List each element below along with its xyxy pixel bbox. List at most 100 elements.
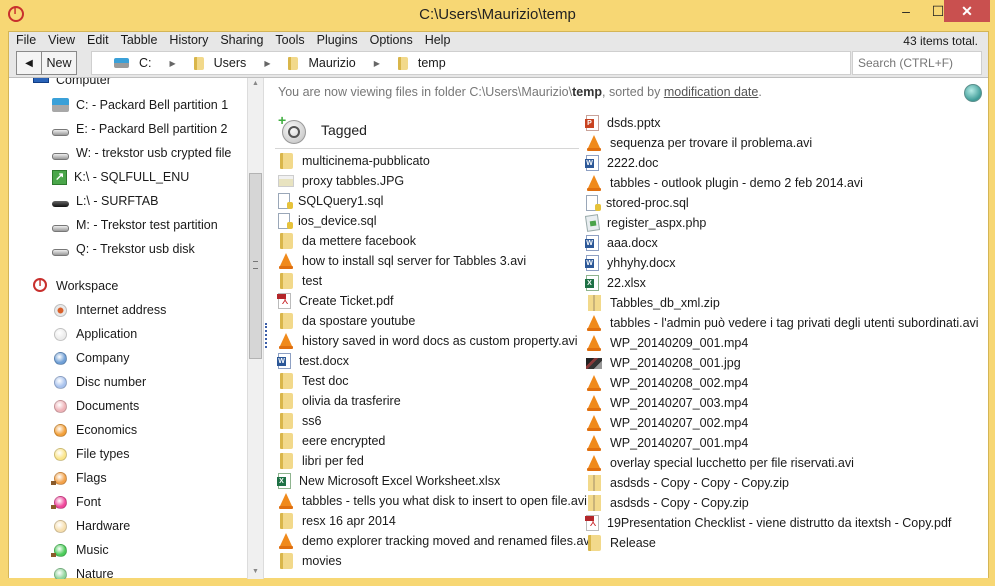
tree-item-tag[interactable]: Flags <box>51 468 107 488</box>
file-item[interactable]: ios_device.sql <box>278 211 377 231</box>
search-input[interactable] <box>852 51 982 75</box>
new-button[interactable]: New <box>42 52 76 74</box>
file-item[interactable]: proxy tabbles.JPG <box>278 171 404 191</box>
file-item[interactable]: WP_20140207_001.mp4 <box>586 433 748 453</box>
breadcrumb-separator-icon[interactable]: ▶ <box>374 59 380 68</box>
file-item[interactable]: libri per fed <box>278 451 364 471</box>
file-item[interactable]: Release <box>586 533 656 553</box>
word-file-icon <box>585 255 599 271</box>
tree-item-drive[interactable]: C: - Packard Bell partition 1 <box>52 95 228 115</box>
tree-label: Music <box>76 543 109 557</box>
tree-item-drive[interactable]: M: - Trekstor test partition <box>52 215 218 235</box>
tagged-header[interactable]: + Tagged <box>275 111 579 149</box>
tree-item-tag[interactable]: Disc number <box>52 372 146 392</box>
file-item[interactable]: aaa.docx <box>585 233 658 253</box>
tree-item-drive[interactable]: W: - trekstor usb crypted file <box>52 143 231 163</box>
menu-tools[interactable]: Tools <box>269 32 310 49</box>
file-item[interactable]: WP_20140208_002.mp4 <box>586 373 748 393</box>
tree-item-tag[interactable]: Economics <box>52 420 137 440</box>
file-item[interactable]: New Microsoft Excel Worksheet.xlsx <box>277 471 500 491</box>
menu-options[interactable]: Options <box>364 32 419 49</box>
breadcrumb-separator-icon[interactable]: ▶ <box>170 59 176 68</box>
file-name: Create Ticket.pdf <box>299 294 394 308</box>
file-item[interactable]: how to install sql server for Tabbles 3.… <box>278 251 526 271</box>
tree-item-tag[interactable]: File types <box>52 444 130 464</box>
file-item[interactable]: WP_20140209_001.mp4 <box>586 333 748 353</box>
file-item[interactable]: da spostare youtube <box>278 311 415 331</box>
tree-item-drive[interactable]: L:\ - SURFTAB <box>52 191 158 211</box>
file-item[interactable]: history saved in word docs as custom pro… <box>278 331 578 351</box>
menu-sharing[interactable]: Sharing <box>214 32 269 49</box>
scroll-down-icon[interactable]: ▼ <box>248 568 263 575</box>
tree-item-computer[interactable]: Computer <box>33 78 111 90</box>
tree-item-tag[interactable]: Company <box>52 348 130 368</box>
file-item[interactable]: register_aspx.php <box>584 213 706 233</box>
file-item[interactable]: olivia da trasferire <box>278 391 401 411</box>
sort-link[interactable]: modification date <box>664 85 759 99</box>
file-item[interactable]: WP_20140207_003.mp4 <box>586 393 748 413</box>
file-item[interactable]: movies <box>278 551 342 571</box>
file-item[interactable]: overlay special lucchetto per file riser… <box>586 453 854 473</box>
file-item[interactable]: demo explorer tracking moved and renamed… <box>278 531 592 551</box>
workspace-logo-icon <box>33 278 49 294</box>
menu-view[interactable]: View <box>42 32 81 49</box>
file-item[interactable]: 2222.doc <box>585 153 658 173</box>
menu-help[interactable]: Help <box>419 32 457 49</box>
scrollbar-thumb[interactable] <box>249 173 262 359</box>
sidebar-scrollbar[interactable]: ▲ ▼ <box>247 78 264 579</box>
file-item[interactable]: dsds.pptx <box>585 113 661 133</box>
file-item[interactable]: tabbles - outlook plugin - demo 2 feb 20… <box>586 173 863 193</box>
tree-item-drive[interactable]: K:\ - SQLFULL_ENU <box>52 167 189 187</box>
menu-edit[interactable]: Edit <box>81 32 115 49</box>
tree-item-tag[interactable]: Application <box>52 324 137 344</box>
close-button[interactable]: ✕ <box>944 0 990 22</box>
tree-item-drive[interactable]: Q: - Trekstor usb disk <box>52 239 195 259</box>
file-item[interactable]: eere encrypted <box>278 431 385 451</box>
file-item[interactable]: Test doc <box>278 371 349 391</box>
tree-item-tag[interactable]: Font <box>51 492 101 512</box>
file-item[interactable]: multicinema-pubblicato <box>278 151 430 171</box>
breadcrumb-item-temp[interactable]: temp <box>396 56 446 70</box>
file-item[interactable]: ss6 <box>278 411 321 431</box>
file-item[interactable]: WP_20140207_002.mp4 <box>586 413 748 433</box>
back-button[interactable]: ◀ <box>17 52 42 74</box>
tree-item-tag[interactable]: Hardware <box>52 516 130 536</box>
file-item[interactable]: 19Presentation Checklist - viene distrut… <box>585 513 951 533</box>
tree-item-tag[interactable]: Nature <box>52 564 114 579</box>
file-item[interactable]: 22.xlsx <box>585 273 646 293</box>
tree-item-drive[interactable]: E: - Packard Bell partition 2 <box>52 119 227 139</box>
tree-item-tag[interactable]: Documents <box>52 396 139 416</box>
file-item[interactable]: Tabbles_db_xml.zip <box>586 293 720 313</box>
file-item[interactable]: test <box>278 271 322 291</box>
file-item[interactable]: test.docx <box>277 351 349 371</box>
tree-item-workspace[interactable]: Workspace <box>33 276 118 296</box>
file-item[interactable]: da mettere facebook <box>278 231 416 251</box>
breadcrumb-item-maurizio[interactable]: Maurizio <box>286 56 356 70</box>
status-orb-icon[interactable] <box>964 84 982 102</box>
breadcrumb-item-c[interactable]: C: <box>114 56 152 70</box>
file-name: Release <box>610 536 656 550</box>
file-item[interactable]: Create Ticket.pdf <box>277 291 394 311</box>
breadcrumb-separator-icon[interactable]: ▶ <box>264 59 270 68</box>
breadcrumb-item-users[interactable]: Users <box>192 56 246 70</box>
scroll-up-icon[interactable]: ▲ <box>248 80 263 87</box>
file-item[interactable]: asdsds - Copy - Copy - Copy.zip <box>586 473 789 493</box>
file-item[interactable]: stored-proc.sql <box>586 193 689 213</box>
file-item[interactable]: yhhyhy.docx <box>585 253 676 273</box>
menu-tabble[interactable]: Tabble <box>115 32 164 49</box>
file-item[interactable]: WP_20140208_001.jpg <box>586 353 741 373</box>
tree-item-tag[interactable]: Internet address <box>52 300 166 320</box>
file-item[interactable]: SQLQuery1.sql <box>278 191 383 211</box>
menu-file[interactable]: File <box>9 32 42 49</box>
tree-item-tag[interactable]: Music <box>51 540 109 560</box>
file-item[interactable]: tabbles - l'admin può vedere i tag priva… <box>586 313 979 333</box>
file-item[interactable]: tabbles - tells you what disk to insert … <box>278 491 587 511</box>
file-item[interactable]: asdsds - Copy - Copy.zip <box>586 493 749 513</box>
tag-color-icon <box>51 543 67 557</box>
tree-label: File types <box>76 447 130 461</box>
menu-plugins[interactable]: Plugins <box>311 32 364 49</box>
file-item[interactable]: sequenza per trovare il problema.avi <box>586 133 812 153</box>
minimize-button[interactable]: – <box>890 0 922 22</box>
file-item[interactable]: resx 16 apr 2014 <box>278 511 396 531</box>
menu-history[interactable]: History <box>163 32 214 49</box>
